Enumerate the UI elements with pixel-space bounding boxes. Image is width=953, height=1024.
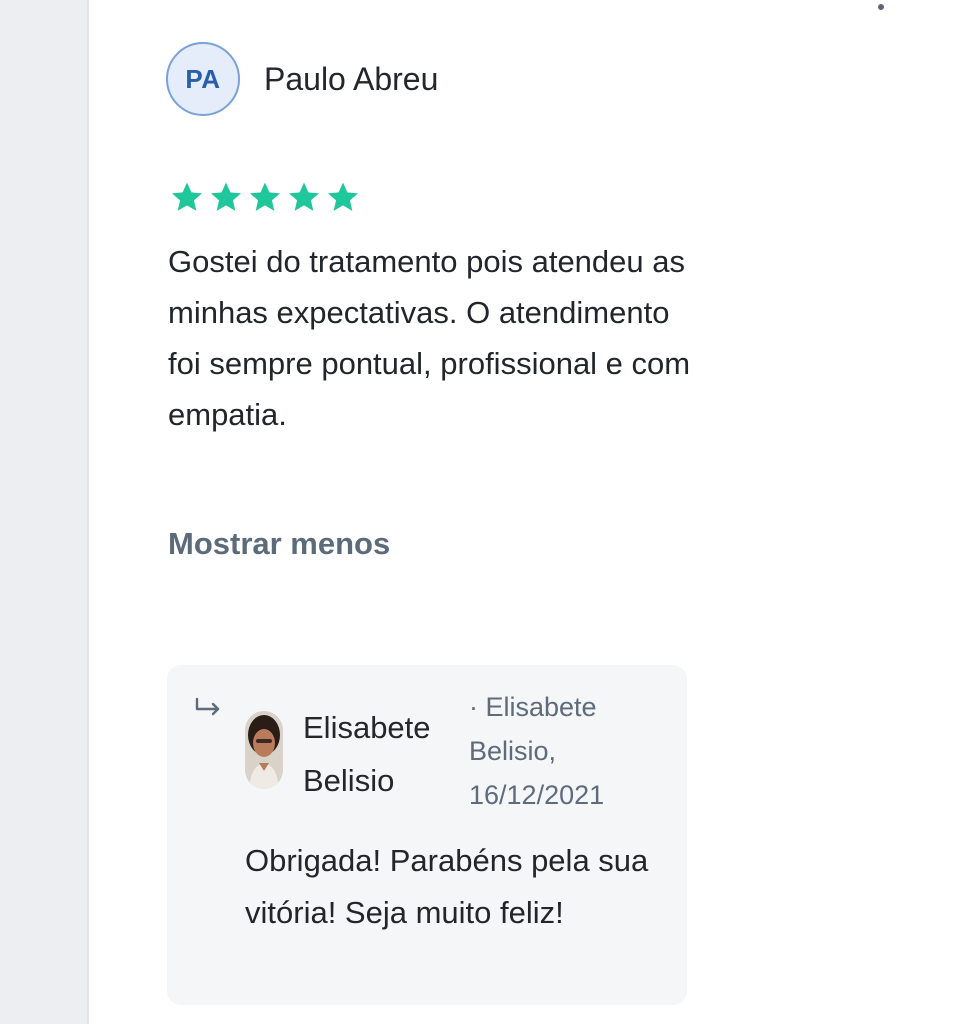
review-text: Gostei do tratamento pois atendeu as min…: [168, 244, 691, 432]
show-less-button[interactable]: Mostrar menos: [168, 526, 390, 562]
reply-arrow-icon: [195, 697, 220, 716]
star-icon: [288, 182, 320, 211]
star-icon: [249, 182, 281, 211]
more-vertical-icon[interactable]: [874, 0, 888, 14]
star-icon: [327, 182, 359, 211]
reply-card: Elisabete Belisio · Elisabete Belisio, 1…: [167, 665, 687, 1005]
star-icon: [171, 182, 203, 211]
reply-author-name: Elisabete Belisio: [303, 710, 431, 798]
star-rating: [170, 180, 360, 214]
avatar: PA: [166, 42, 240, 116]
reviewer-name: Paulo Abreu: [264, 60, 439, 97]
reply-meta: · Elisabete Belisio, 16/12/2021: [469, 692, 605, 810]
reply-author-photo: [245, 711, 283, 789]
reply-text: Obrigada! Parabéns pela sua vitória! Sej…: [245, 843, 649, 930]
left-gutter: [0, 0, 89, 1024]
reviewer-header: PA Paulo Abreu: [166, 42, 438, 116]
star-icon: [210, 182, 242, 211]
